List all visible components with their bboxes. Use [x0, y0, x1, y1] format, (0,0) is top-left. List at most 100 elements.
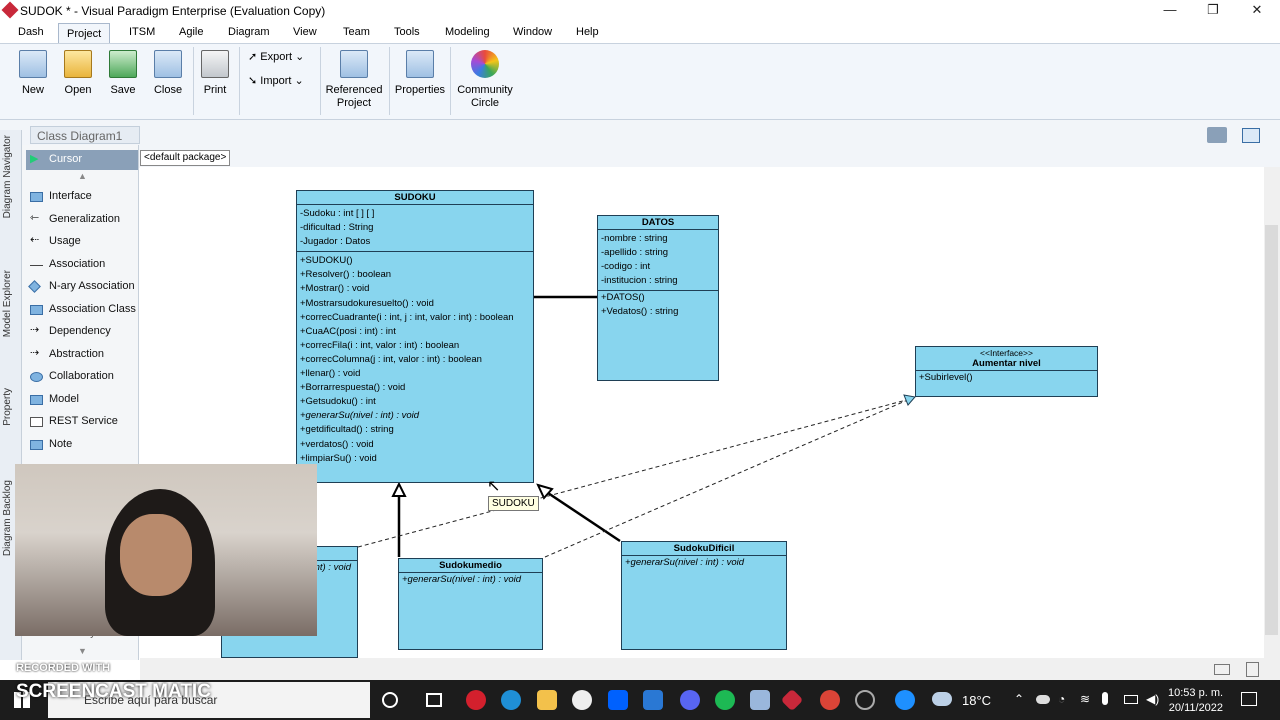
menu-agile[interactable]: Agile [177, 26, 205, 38]
menu-modeling[interactable]: Modeling [443, 26, 492, 38]
palette-association[interactable]: Association [26, 255, 138, 275]
palette-label: REST Service [49, 415, 118, 427]
weather-temp[interactable]: 18°C [962, 693, 991, 708]
ribbon-separator [389, 47, 390, 115]
generalization-dificil[interactable] [544, 489, 621, 543]
close-window-button[interactable]: ✕ [1242, 2, 1272, 18]
palette-nary-association[interactable]: N-ary Association [26, 277, 138, 297]
restore-button[interactable]: ❐ [1198, 2, 1228, 18]
mail-app-icon[interactable] [643, 690, 663, 710]
network-icon[interactable]: ◔ [1058, 692, 1065, 706]
new-button[interactable]: New [11, 50, 55, 97]
class-name: Aumentar nivel [916, 358, 1097, 371]
menu-team[interactable]: Team [341, 26, 372, 38]
palette-generalization[interactable]: ⇽ Generalization [26, 210, 138, 230]
referenced-project-icon [340, 50, 368, 78]
task-view-icon[interactable] [426, 693, 442, 707]
dropbox-icon[interactable] [608, 690, 628, 710]
palette-dependency[interactable]: ⇢ Dependency [26, 322, 138, 342]
attribute: -Jugador : Datos [300, 236, 371, 248]
layout-icon[interactable] [1242, 128, 1260, 143]
palette-abstraction[interactable]: ⇢ Abstraction [26, 345, 138, 365]
menu-project[interactable]: Project [58, 23, 111, 43]
menu-diagram[interactable]: Diagram [226, 26, 272, 38]
notifications-icon[interactable] [1241, 692, 1257, 706]
menu-help[interactable]: Help [574, 26, 601, 38]
announcement-icon[interactable] [1207, 127, 1227, 143]
realization-medio[interactable] [544, 398, 911, 558]
close-project-button[interactable]: Close [146, 50, 190, 97]
palette-interface[interactable]: Interface [26, 187, 138, 207]
package-breadcrumb[interactable]: <default package> [140, 150, 231, 166]
export-label: Export [260, 51, 293, 63]
taskbar-clock[interactable]: 10:53 p. m. 20/11/2022 [1168, 686, 1223, 716]
class-sudokumedio[interactable]: Sudokumedio +generarSu(nivel : int) : vo… [398, 558, 543, 650]
class-sudoku[interactable]: SUDOKU -Sudoku : int [ ] [ ] -dificultad… [296, 190, 534, 483]
spotify-icon[interactable] [715, 690, 735, 710]
tray-chevron-icon[interactable]: ⌃ [1014, 692, 1024, 706]
onedrive-icon[interactable] [1036, 695, 1050, 704]
model-explorer-tab[interactable]: Model Explorer [2, 270, 18, 337]
print-button[interactable]: Print [193, 50, 237, 97]
diagram-navigator-tab[interactable]: Diagram Navigator [2, 135, 18, 218]
help-icon[interactable] [895, 690, 915, 710]
discord-icon[interactable] [680, 690, 700, 710]
export-button[interactable]: ➚ Export ⌄ [248, 50, 304, 63]
tooltip: SUDOKU [488, 496, 539, 511]
palette-collaboration[interactable]: Collaboration [26, 367, 138, 387]
properties-button[interactable]: Properties [394, 50, 446, 97]
menu-tools[interactable]: Tools [392, 26, 422, 38]
interface-aumentar-nivel[interactable]: <<Interface>> Aumentar nivel +Subirlevel… [915, 346, 1098, 397]
community-circle-button[interactable]: Community Circle [456, 50, 514, 110]
class-diagram-tab[interactable]: Class Diagram1 [30, 126, 140, 144]
microphone-icon[interactable] [1102, 692, 1108, 705]
operation: +verdatos() : void [300, 438, 374, 450]
edge-icon[interactable] [501, 690, 521, 710]
status-bar [140, 658, 1280, 680]
opera-icon[interactable] [466, 690, 486, 710]
menu-view[interactable]: View [291, 26, 319, 38]
github-icon[interactable] [572, 690, 592, 710]
mail-icon[interactable] [1214, 664, 1230, 675]
property-tab[interactable]: Property [2, 388, 18, 426]
volume-icon[interactable]: ◀) [1146, 692, 1159, 706]
palette-model[interactable]: Model [26, 390, 138, 410]
class-name: DATOS [598, 216, 718, 230]
class-name: SudokuDificil [622, 542, 786, 556]
class-datos[interactable]: DATOS -nombre : string -apellido : strin… [597, 215, 719, 381]
scrollbar-thumb[interactable] [1265, 225, 1278, 635]
battery-icon[interactable] [1124, 695, 1138, 704]
attribute: -dificultad : String [300, 222, 374, 234]
chrome-icon[interactable] [820, 690, 840, 710]
palette-usage[interactable]: ⇠ Usage [26, 232, 138, 252]
operation: +correcCuadrante(i : int, j : int, valor… [300, 311, 514, 323]
class-sudokudificil[interactable]: SudokuDificil +generarSu(nivel : int) : … [621, 541, 787, 650]
virtualbox-icon[interactable] [750, 690, 770, 710]
open-button[interactable]: Open [56, 50, 100, 97]
scroll-up-icon[interactable]: ▲ [78, 171, 87, 181]
obs-icon[interactable] [855, 690, 875, 710]
ribbon [0, 43, 1280, 120]
palette-association-class[interactable]: Association Class [26, 300, 138, 320]
import-icon: ➘ [248, 75, 261, 87]
menu-dash[interactable]: Dash [16, 26, 46, 38]
palette-rest-service[interactable]: REST Service [26, 412, 138, 432]
menu-window[interactable]: Window [511, 26, 554, 38]
minimize-button[interactable]: — [1155, 2, 1185, 17]
menu-itsm[interactable]: ITSM [127, 26, 157, 38]
attribute: -nombre : string [601, 233, 668, 244]
import-button[interactable]: ➘ Import ⌄ [248, 74, 304, 87]
document-icon[interactable] [1246, 662, 1259, 677]
scroll-down-icon[interactable]: ▼ [78, 646, 87, 656]
save-button[interactable]: Save [101, 50, 145, 97]
operation: +getdificultad() : string [300, 424, 394, 436]
properties-icon [406, 50, 434, 78]
cortana-icon[interactable] [382, 692, 398, 708]
palette-note[interactable]: Note [26, 435, 138, 455]
realization-arrowhead [903, 394, 916, 406]
palette-label: Cursor [49, 153, 83, 165]
referenced-project-button[interactable]: Referenced Project [324, 50, 384, 110]
wifi-icon[interactable]: ≋ [1080, 692, 1090, 706]
file-explorer-icon[interactable] [537, 690, 557, 710]
palette-cursor[interactable]: ▶ Cursor [26, 150, 138, 170]
